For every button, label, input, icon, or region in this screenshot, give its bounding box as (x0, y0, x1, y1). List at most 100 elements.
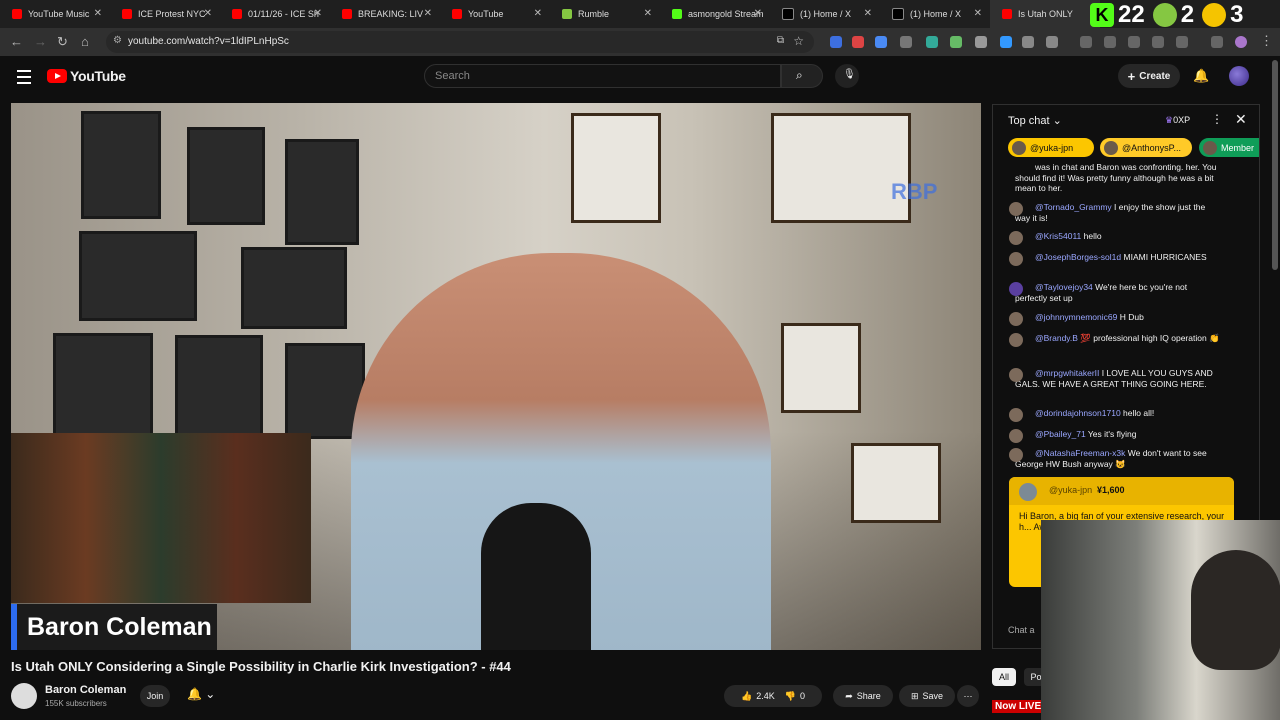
extension-icon[interactable] (926, 36, 938, 48)
filter-chip-all[interactable]: All (992, 668, 1016, 686)
youtube-logo[interactable]: YouTube (47, 68, 126, 84)
close-tab-icon[interactable]: ✕ (424, 8, 432, 19)
avatar[interactable] (1009, 282, 1023, 296)
ticker-item[interactable]: @AnthonysP... (1100, 138, 1192, 157)
chat-input[interactable]: Chat a (1008, 625, 1035, 635)
xp-badge[interactable]: ♛0XP (1165, 115, 1190, 126)
thumbs-down-icon[interactable]: 👎 (785, 691, 796, 702)
channel-row: Baron Coleman 155K subscribers Join 🔔 ⌄ … (11, 683, 1011, 713)
ticker-item[interactable]: Member (1199, 138, 1259, 157)
like-count[interactable]: 2.4K (756, 691, 775, 701)
extension-icon[interactable] (1152, 36, 1164, 48)
close-tab-icon[interactable]: ✕ (644, 8, 652, 19)
close-tab-icon[interactable]: ✕ (534, 8, 542, 19)
close-tab-icon[interactable]: ✕ (864, 8, 872, 19)
browser-tab[interactable]: YouTube ✕ (440, 0, 550, 28)
extension-icon[interactable] (875, 36, 887, 48)
avatar[interactable] (1009, 231, 1023, 245)
more-actions-button[interactable]: ⋯ (957, 685, 979, 707)
home-icon[interactable]: ⌂ (81, 34, 89, 49)
download-icon[interactable] (1211, 36, 1223, 48)
avatar (1019, 483, 1037, 501)
youtube-icon (342, 9, 352, 19)
save-button[interactable]: ⊞ Save (899, 685, 955, 707)
extension-icon[interactable] (975, 36, 987, 48)
avatar[interactable] (1229, 66, 1249, 86)
browser-tab-active[interactable]: Is Utah ONLY (990, 0, 1100, 28)
video-player[interactable]: RBP Baron Coleman (11, 103, 981, 650)
menu-icon[interactable] (17, 70, 31, 88)
avatar[interactable] (1009, 312, 1023, 326)
history-icon[interactable] (1080, 36, 1092, 48)
channel-name[interactable]: Baron Coleman (45, 684, 126, 696)
extension-icon[interactable] (852, 36, 864, 48)
search-button[interactable]: ⌕ (781, 64, 823, 88)
close-tab-icon[interactable]: ✕ (314, 8, 322, 19)
notifications-bell-icon[interactable]: 🔔 (1193, 68, 1209, 84)
extension-icon[interactable] (1022, 36, 1034, 48)
avatar[interactable] (1009, 333, 1023, 347)
avatar[interactable] (1009, 408, 1023, 422)
channel-avatar[interactable] (11, 683, 37, 709)
extension-icon[interactable] (1104, 36, 1116, 48)
voice-search-button[interactable]: 🎙 (835, 64, 859, 88)
devtools-icon[interactable] (1128, 36, 1140, 48)
browser-tab[interactable]: (1) Home / X ✕ (880, 0, 990, 28)
avatar[interactable] (1009, 448, 1023, 462)
kick-icon (672, 9, 682, 19)
name-lower-third: Baron Coleman (11, 604, 217, 650)
extension-icon[interactable] (830, 36, 842, 48)
site-info-icon[interactable]: ⚙ (113, 35, 122, 46)
forward-icon[interactable]: → (34, 34, 47, 49)
extensions-puzzle-icon[interactable] (1046, 36, 1058, 48)
close-tab-icon[interactable]: ✕ (204, 8, 212, 19)
browser-tab[interactable]: 01/11/26 - ICE Sh ✕ (220, 0, 330, 28)
search-icon: ⌕ (796, 68, 803, 82)
extension-icon[interactable] (950, 36, 962, 48)
chat-header: Top chat ⌄ ♛0XP ⋮ ✕ (993, 105, 1259, 135)
address-bar[interactable]: ⚙ youtube.com/watch?v=1ldIPLnHpSc ⧉ ☆ (106, 31, 814, 53)
wall-portrait (241, 247, 347, 329)
bookmark-star-icon[interactable]: ☆ (793, 34, 804, 48)
join-button[interactable]: Join (140, 685, 170, 707)
dislike-count[interactable]: 0 (800, 691, 805, 701)
browser-tab[interactable]: (1) Home / X ✕ (770, 0, 880, 28)
sidebar-icon[interactable] (1176, 36, 1188, 48)
install-icon[interactable]: ⧉ (777, 35, 784, 46)
browser-tab[interactable]: ICE Protest NYC ✕ (110, 0, 220, 28)
close-chat-icon[interactable]: ✕ (1235, 111, 1247, 128)
subscription-bell-icon[interactable]: 🔔 ⌄ (187, 687, 215, 701)
wall-portrait (79, 231, 197, 321)
reload-icon[interactable]: ↻ (57, 34, 68, 50)
chat-message: @JosephBorges-sol1d MIAMI HURRICANES (1009, 252, 1221, 266)
extension-icon[interactable] (1000, 36, 1012, 48)
close-tab-icon[interactable]: ✕ (94, 8, 102, 19)
avatar[interactable] (1009, 252, 1023, 266)
crown-icon: ♛ (1165, 115, 1174, 125)
chat-more-icon[interactable]: ⋮ (1211, 112, 1223, 126)
chat-mode-dropdown[interactable]: Top chat ⌄ (1008, 114, 1062, 127)
avatar[interactable] (1009, 368, 1023, 382)
extension-icon[interactable] (900, 36, 912, 48)
share-button[interactable]: ➦ Share (833, 685, 893, 707)
like-dislike-group: 👍 2.4K 👎 0 (724, 685, 822, 707)
browser-tab[interactable]: YouTube Music ✕ (0, 0, 110, 28)
close-tab-icon[interactable]: ✕ (974, 8, 982, 19)
page-scrollbar[interactable] (1272, 60, 1278, 270)
avatar[interactable] (1009, 202, 1023, 216)
bookshelf (11, 433, 311, 603)
back-icon[interactable]: ← (10, 34, 23, 49)
avatar[interactable] (1009, 429, 1023, 443)
thumbs-up-icon[interactable]: 👍 (741, 691, 752, 702)
browser-tab[interactable]: asmongold Stream ✕ (660, 0, 770, 28)
more-menu-icon[interactable]: ⋮ (1260, 33, 1273, 49)
search-input[interactable]: Search (424, 64, 781, 88)
profile-avatar[interactable] (1235, 36, 1247, 48)
now-live-badge[interactable]: Now LIVE: (992, 700, 1048, 713)
ticker-item[interactable]: @yuka-jpn (1008, 138, 1094, 157)
browser-tab[interactable]: Rumble ✕ (550, 0, 660, 28)
close-tab-icon[interactable]: ✕ (754, 8, 762, 19)
create-button[interactable]: + Create (1118, 64, 1180, 88)
browser-tab[interactable]: BREAKING: LIV ✕ (330, 0, 440, 28)
youtube-icon (452, 9, 462, 19)
